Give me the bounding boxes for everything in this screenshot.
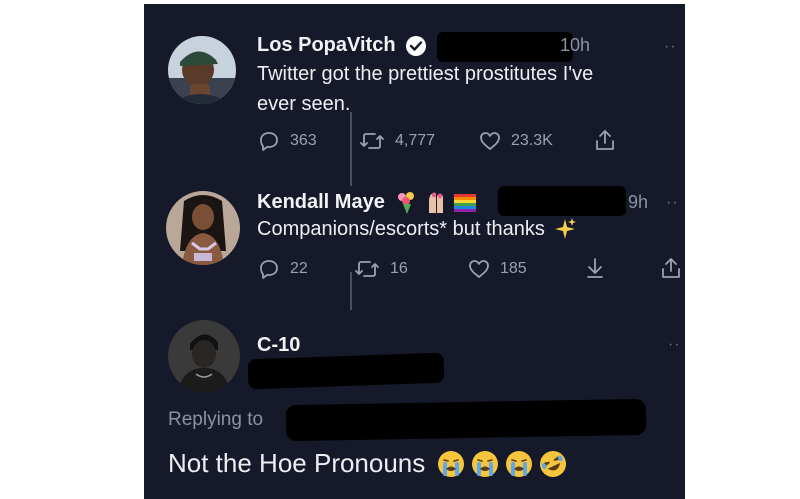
more-options-icon[interactable]: ·· bbox=[664, 38, 677, 56]
tweet-thread-panel: Los PopaVitch 10h ·· Twitter got the pre… bbox=[144, 4, 685, 499]
like-count: 185 bbox=[500, 260, 527, 277]
crying-face-icon bbox=[506, 450, 533, 477]
redacted-handle bbox=[498, 186, 626, 216]
download-arrow-icon bbox=[587, 258, 603, 278]
tweet-text: Not the Hoe Pronouns bbox=[168, 448, 567, 479]
like-count: 23.3K bbox=[511, 132, 553, 149]
display-name[interactable]: Los PopaVitch bbox=[257, 34, 396, 57]
retweet-count: 16 bbox=[390, 260, 408, 277]
avatar-c-10[interactable] bbox=[168, 320, 240, 392]
download-button[interactable] bbox=[584, 256, 606, 280]
more-options-icon[interactable]: ·· bbox=[666, 194, 679, 212]
sparkles-icon bbox=[554, 218, 576, 239]
redacted-handle bbox=[437, 32, 573, 62]
avatar-kendall-maye[interactable] bbox=[166, 191, 240, 265]
redacted-handle bbox=[247, 352, 445, 390]
tweet-text: Companions/escorts* but thanks bbox=[257, 214, 577, 244]
redacted-reply-handles bbox=[285, 398, 647, 442]
reply-button[interactable]: 363 bbox=[258, 130, 317, 152]
share-button[interactable] bbox=[594, 128, 616, 152]
thread-line bbox=[350, 112, 352, 186]
avatar-los-popavitch[interactable] bbox=[168, 36, 236, 104]
share-icon bbox=[596, 130, 614, 150]
like-button[interactable]: 185 bbox=[468, 258, 527, 280]
timestamp[interactable]: 10h bbox=[560, 35, 590, 56]
crying-face-icon bbox=[472, 450, 499, 477]
rolling-laughing-face-icon bbox=[540, 450, 567, 477]
name-emojis bbox=[394, 189, 478, 215]
retweet-count: 4,777 bbox=[395, 132, 436, 149]
retweet-icon bbox=[355, 261, 379, 277]
retweet-icon bbox=[360, 133, 384, 149]
reply-count: 363 bbox=[290, 132, 317, 149]
reply-button[interactable]: 22 bbox=[258, 258, 308, 280]
like-button[interactable]: 23.3K bbox=[479, 130, 553, 152]
thread-line bbox=[350, 272, 352, 310]
verified-badge-icon bbox=[405, 35, 427, 62]
tweet-text-line: Companions/escorts* but thanks bbox=[257, 218, 545, 240]
tweet-text-line: ever seen. bbox=[257, 93, 351, 115]
replying-to-label: Replying to bbox=[168, 409, 264, 430]
retweet-button[interactable]: 4,777 bbox=[359, 130, 435, 152]
retweet-button[interactable]: 16 bbox=[354, 258, 408, 280]
heart-icon bbox=[480, 132, 500, 150]
tweet-emojis bbox=[437, 450, 567, 478]
reply-icon bbox=[260, 132, 278, 151]
timestamp[interactable]: 9h bbox=[628, 192, 648, 213]
reply-icon bbox=[260, 260, 278, 279]
tweet-text-line: Not the Hoe Pronouns bbox=[168, 448, 426, 478]
rainbow-flag-icon bbox=[454, 194, 476, 212]
bouquet-icon bbox=[398, 192, 414, 214]
tweet-text-line: Twitter got the prettiest prostitutes I'… bbox=[257, 63, 594, 85]
reply-count: 22 bbox=[290, 260, 308, 277]
display-name[interactable]: C-10 bbox=[257, 334, 300, 357]
share-icon bbox=[662, 258, 680, 278]
tweet-text: Twitter got the prettiest prostitutes I'… bbox=[257, 59, 677, 119]
nail-polish-icon bbox=[429, 192, 443, 213]
heart-icon bbox=[469, 260, 489, 278]
display-name[interactable]: Kendall Maye bbox=[257, 191, 385, 214]
more-options-icon[interactable]: ·· bbox=[668, 336, 681, 354]
share-button[interactable] bbox=[660, 256, 682, 280]
crying-face-icon bbox=[438, 450, 465, 477]
